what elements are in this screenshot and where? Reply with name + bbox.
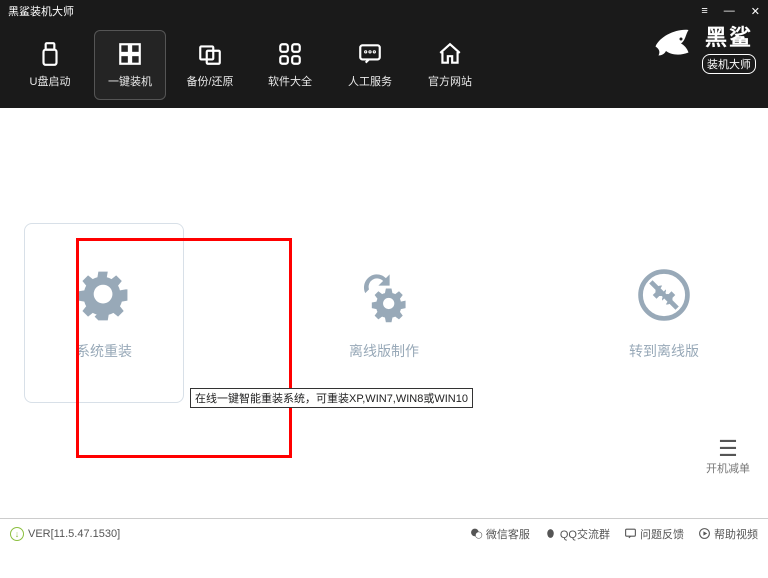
footer-link-label: QQ交流群: [560, 526, 610, 542]
app-title: 黑鲨装机大师: [8, 3, 701, 19]
nav-support[interactable]: 人工服务: [334, 30, 406, 100]
app-header: 黑鲨装机大师 ≡ — ✕ U盘启动 一键装机 备份/还原 软件大全 人工服务: [0, 0, 768, 108]
list-icon: ☰: [718, 436, 738, 461]
nav-label: U盘启动: [30, 73, 71, 89]
footer-link-label: 问题反馈: [640, 526, 684, 542]
footer-help-video[interactable]: 帮助视频: [698, 526, 758, 542]
nav-backup-restore[interactable]: 备份/还原: [174, 30, 246, 100]
gear-wrench-icon: [74, 265, 134, 325]
nav-label: 备份/还原: [186, 73, 233, 89]
footer: ↓ VER[11.5.47.1530] 微信客服 QQ交流群 问题反馈 帮助视频: [0, 518, 768, 548]
offline-gear-icon: [354, 265, 414, 325]
sidebutton-label: 开机减单: [704, 460, 752, 476]
option-system-reinstall[interactable]: 系统重装: [24, 223, 184, 403]
footer-qq-group[interactable]: QQ交流群: [544, 526, 610, 542]
version-label: VER[11.5.47.1530]: [28, 528, 120, 540]
option-label: 系统重装: [76, 341, 132, 361]
option-offline-build[interactable]: 离线版制作: [304, 223, 464, 403]
tooltip: 在线一键智能重装系统，可重装XP,WIN7,WIN8或WIN10: [190, 388, 473, 408]
brand-name: 黑鲨: [702, 20, 756, 52]
minimize-icon[interactable]: —: [724, 5, 735, 17]
nav-official-site[interactable]: 官方网站: [414, 30, 486, 100]
feedback-icon: [624, 527, 637, 540]
titlebar: 黑鲨装机大师 ≡ — ✕: [0, 0, 768, 22]
nav-label: 人工服务: [348, 73, 392, 89]
qq-icon: [544, 527, 557, 540]
footer-link-label: 帮助视频: [714, 526, 758, 542]
footer-feedback[interactable]: 问题反馈: [624, 526, 684, 542]
windows-icon: [117, 41, 143, 67]
main-area: 系统重装 离线版制作 转到离线版 在线一键智能重装系统，可重装XP,WIN7,W…: [0, 108, 768, 518]
nav-one-click-install[interactable]: 一键装机: [94, 30, 166, 100]
option-label: 离线版制作: [349, 341, 419, 361]
menu-icon[interactable]: ≡: [701, 5, 707, 17]
video-icon: [698, 527, 711, 540]
nav-software-hub[interactable]: 软件大全: [254, 30, 326, 100]
apps-icon: [277, 41, 303, 67]
footer-wechat-support[interactable]: 微信客服: [470, 526, 530, 542]
boot-simplify-button[interactable]: ☰ 开机减单: [704, 438, 752, 476]
chat-icon: [357, 41, 383, 67]
usb-icon: [37, 41, 63, 67]
home-icon: [437, 41, 463, 67]
nav-label: 官方网站: [428, 73, 472, 89]
version-badge-icon: ↓: [10, 527, 24, 541]
nav-usb-boot[interactable]: U盘启动: [14, 30, 86, 100]
shark-icon: [648, 21, 696, 74]
window-controls: ≡ — ✕: [701, 5, 760, 18]
backup-icon: [197, 41, 223, 67]
switch-offline-icon: [634, 265, 694, 325]
main-nav: U盘启动 一键装机 备份/还原 软件大全 人工服务 官方网站 黑鲨: [0, 22, 768, 108]
option-switch-offline[interactable]: 转到离线版: [584, 223, 744, 403]
nav-label: 一键装机: [108, 73, 152, 89]
brand-subtitle: 装机大师: [702, 54, 756, 74]
nav-label: 软件大全: [268, 73, 312, 89]
wechat-icon: [470, 527, 483, 540]
brand-logo: 黑鲨 装机大师: [648, 20, 756, 74]
close-icon[interactable]: ✕: [751, 5, 760, 18]
footer-link-label: 微信客服: [486, 526, 530, 542]
option-label: 转到离线版: [629, 341, 699, 361]
